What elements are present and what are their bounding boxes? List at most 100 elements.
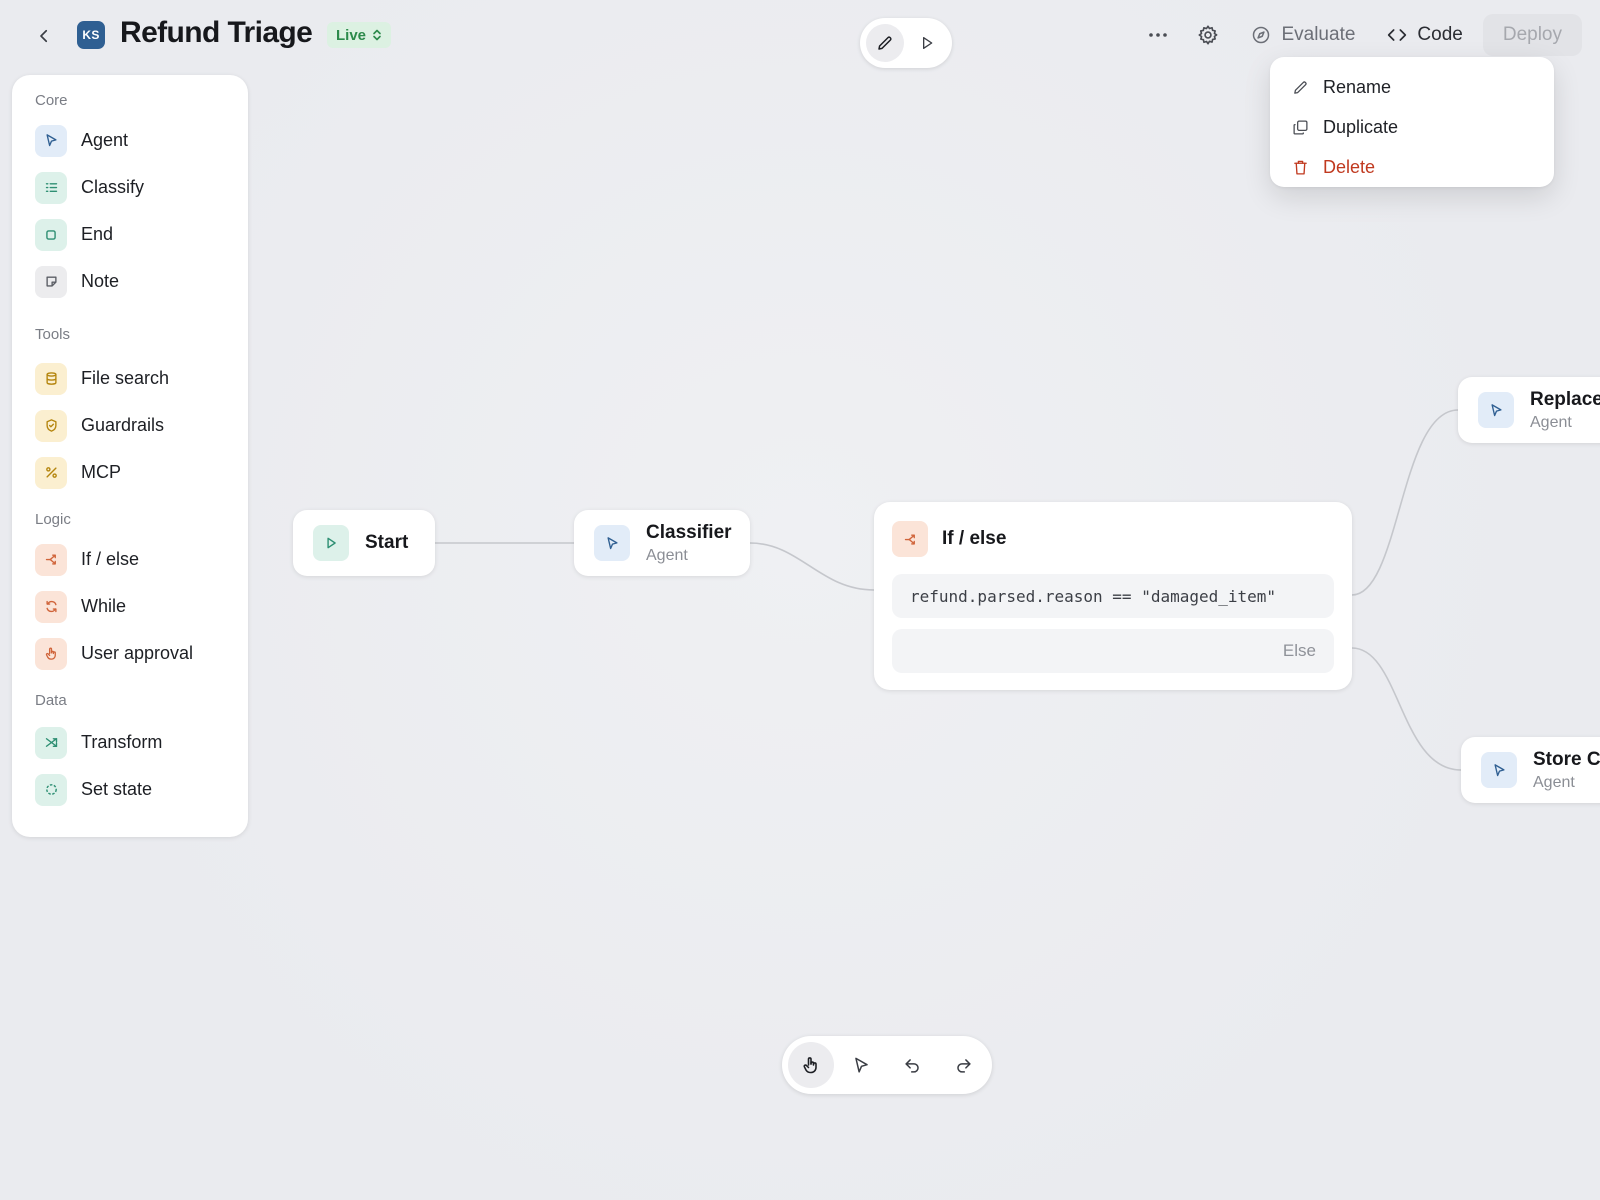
group-label-logic: Logic	[35, 511, 71, 528]
agent-icon	[594, 525, 630, 561]
play-icon	[313, 525, 349, 561]
palette-item-label: User approval	[81, 643, 194, 663]
ellipsis-icon	[1149, 33, 1168, 37]
palette-item-classify[interactable]: Classify	[12, 164, 248, 211]
chevron-up-down-icon	[373, 29, 381, 41]
node-subtitle: Agent	[1533, 773, 1575, 791]
select-tool-button[interactable]	[839, 1042, 885, 1088]
menu-item-label: Delete	[1323, 156, 1376, 177]
mcp-icon	[35, 456, 67, 489]
pencil-icon	[1294, 80, 1307, 94]
node-if-else[interactable]: If / else refund.parsed.reason == "damag…	[874, 502, 1352, 690]
palette-item-label: Set state	[81, 779, 153, 799]
palette-item-label: File search	[81, 368, 170, 388]
compass-icon	[1253, 26, 1270, 44]
edit-mode-button[interactable]	[866, 24, 904, 62]
database-icon	[35, 362, 67, 395]
list-icon	[35, 171, 67, 204]
chevron-left-icon	[40, 29, 48, 43]
palette-item-label: While	[81, 596, 127, 616]
redo-button[interactable]	[940, 1042, 986, 1088]
group-label-data: Data	[35, 692, 67, 709]
agent-icon	[35, 124, 67, 157]
cursor-icon	[855, 1057, 868, 1073]
undo-button[interactable]	[890, 1042, 936, 1088]
trash-icon	[1294, 160, 1307, 175]
condition-expression[interactable]: refund.parsed.reason == "damaged_item"	[892, 574, 1334, 618]
palette-item-label: Guardrails	[81, 415, 165, 435]
node-palette: Core Agent Classify End Note Tools File …	[12, 75, 248, 837]
menu-item-rename[interactable]: Rename	[1282, 67, 1542, 107]
stop-icon	[35, 218, 67, 251]
palette-item-user-approval[interactable]: User approval	[12, 630, 248, 677]
code-brackets-icon	[1388, 29, 1407, 41]
hand-icon	[803, 1057, 817, 1074]
shuffle-icon	[35, 726, 67, 759]
else-branch[interactable]: Else	[892, 629, 1334, 673]
menu-item-delete[interactable]: Delete	[1282, 147, 1542, 187]
node-title: Start	[365, 532, 409, 553]
status-badge-label: Live	[336, 26, 367, 44]
deploy-button[interactable]: Deploy	[1482, 14, 1582, 56]
code-button[interactable]: Code	[1375, 14, 1474, 56]
branch-icon	[35, 543, 67, 576]
palette-item-agent[interactable]: Agent	[12, 117, 248, 164]
palette-item-label: MCP	[81, 462, 121, 482]
circle-dashed-icon	[35, 773, 67, 806]
redo-icon	[956, 1058, 971, 1073]
preview-mode-button[interactable]	[908, 24, 946, 62]
mode-toggle	[860, 18, 952, 68]
workspace-avatar[interactable]: KS	[77, 21, 105, 49]
node-title: Replace	[1530, 388, 1600, 410]
evaluate-label: Evaluate	[1281, 24, 1356, 45]
options-menu: Rename Duplicate Delete	[1270, 57, 1554, 187]
evaluate-button[interactable]: Evaluate	[1239, 14, 1367, 56]
palette-item-label: Classify	[81, 177, 145, 197]
palette-item-transform[interactable]: Transform	[12, 719, 248, 766]
branch-icon	[892, 521, 928, 557]
node-title: If / else	[942, 528, 1007, 549]
palette-item-note[interactable]: Note	[12, 258, 248, 305]
menu-item-duplicate[interactable]: Duplicate	[1282, 107, 1542, 147]
palette-item-set-state[interactable]: Set state	[12, 766, 248, 813]
menu-item-label: Duplicate	[1323, 116, 1399, 137]
palette-item-mcp[interactable]: MCP	[12, 449, 248, 496]
more-options-button[interactable]	[1137, 14, 1179, 56]
back-button[interactable]	[28, 20, 60, 52]
group-label-core: Core	[35, 92, 68, 109]
node-subtitle: Agent	[1530, 413, 1572, 431]
play-icon	[923, 37, 933, 49]
copy-icon	[1293, 119, 1308, 135]
page-title: Refund Triage	[120, 16, 313, 49]
node-replace[interactable]: Replace Agent	[1458, 377, 1600, 443]
pan-tool-button[interactable]	[788, 1042, 834, 1088]
agent-icon	[1478, 392, 1514, 428]
gear-icon	[1198, 25, 1218, 45]
palette-item-guardrails[interactable]: Guardrails	[12, 402, 248, 449]
agent-icon	[1481, 752, 1517, 788]
palette-item-if-else[interactable]: If / else	[12, 536, 248, 583]
palette-item-file-search[interactable]: File search	[12, 355, 248, 402]
palette-item-label: Transform	[81, 732, 163, 752]
top-actions: Evaluate Code Deploy	[1137, 14, 1582, 56]
settings-button[interactable]	[1187, 14, 1229, 56]
loop-icon	[35, 590, 67, 623]
status-badge[interactable]: Live	[327, 22, 392, 48]
node-store[interactable]: Store Cr Agent	[1461, 737, 1600, 803]
hand-icon	[35, 637, 67, 670]
palette-item-while[interactable]: While	[12, 583, 248, 630]
palette-item-label: Agent	[81, 130, 129, 150]
undo-icon	[905, 1058, 919, 1073]
node-title: Store Cr	[1533, 748, 1600, 770]
node-classifier[interactable]: Classifier Agent	[574, 510, 750, 576]
code-label: Code	[1417, 24, 1463, 45]
palette-item-end[interactable]: End	[12, 211, 248, 258]
group-label-tools: Tools	[35, 326, 71, 343]
node-title: Classifier	[646, 521, 732, 543]
menu-item-label: Rename	[1323, 76, 1392, 97]
node-subtitle: Agent	[646, 546, 688, 564]
node-start[interactable]: Start	[293, 510, 435, 576]
canvas-toolbar	[782, 1036, 992, 1094]
pencil-icon	[878, 36, 892, 50]
palette-item-label: Note	[81, 271, 120, 291]
